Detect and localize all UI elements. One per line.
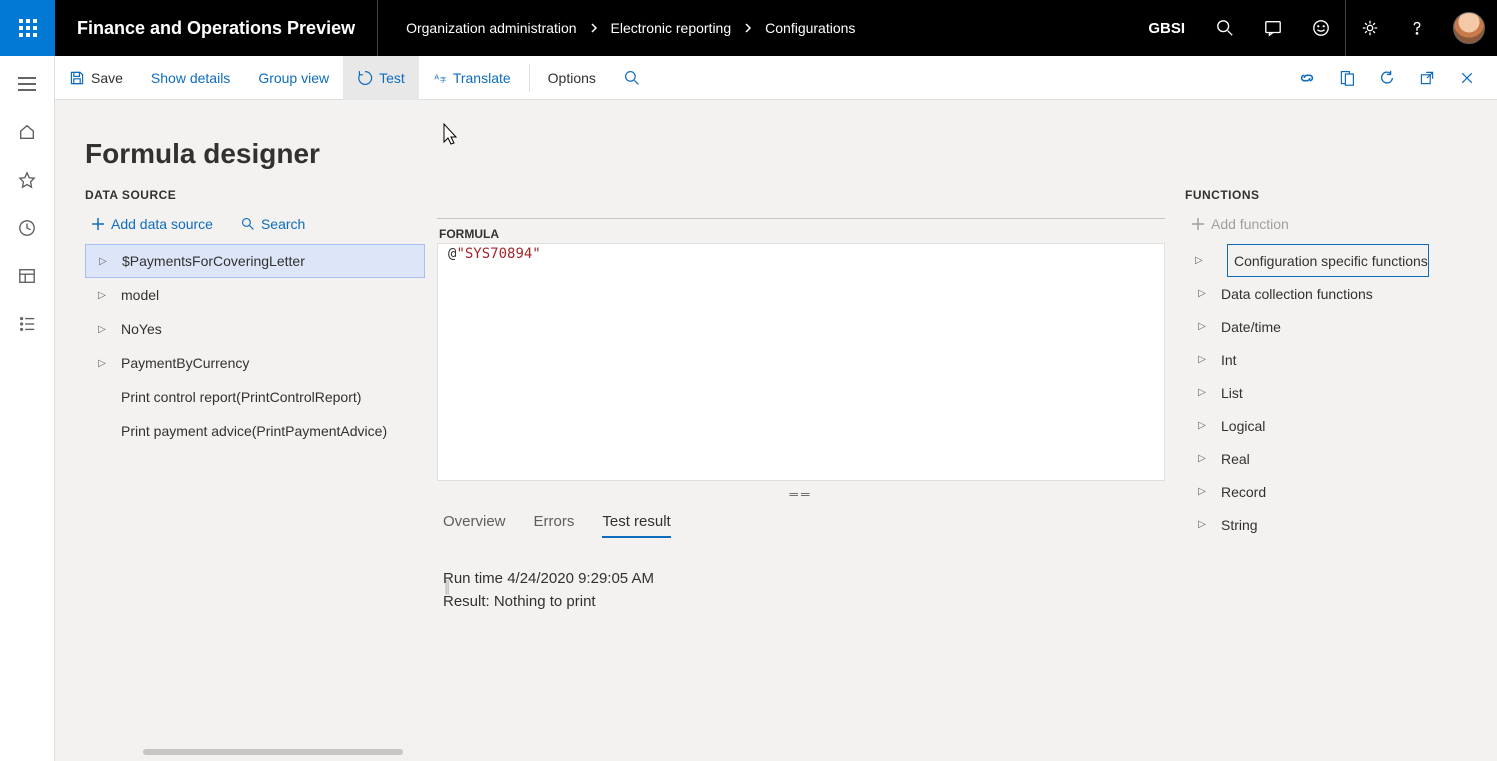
messages-icon[interactable] xyxy=(1249,0,1297,56)
function-category[interactable]: ▷Record xyxy=(1185,475,1477,508)
recent-icon[interactable] xyxy=(0,204,55,252)
tree-item[interactable]: ▷PaymentByCurrency xyxy=(85,346,425,380)
tree-item[interactable]: ▷NoYes xyxy=(85,312,425,346)
add-function-button: Add function xyxy=(1185,212,1295,236)
chevron-right-icon[interactable]: ▷ xyxy=(96,256,110,267)
horizontal-scrollbar[interactable] xyxy=(143,749,403,755)
left-rail xyxy=(0,56,55,761)
add-data-source-button[interactable]: Add data source xyxy=(85,212,219,236)
link-icon[interactable] xyxy=(1287,56,1327,100)
home-icon[interactable] xyxy=(0,108,55,156)
tree-item[interactable]: ▷model xyxy=(85,278,425,312)
help-icon[interactable] xyxy=(1393,0,1441,56)
tab-errors[interactable]: Errors xyxy=(534,513,575,538)
formula-panel: FORMULA "SYS70894" ══ Overview Errors Te… xyxy=(425,180,1177,613)
chevron-right-icon[interactable]: ▷ xyxy=(95,290,109,301)
chevron-right-icon[interactable]: ▷ xyxy=(95,358,109,369)
chevron-right-icon[interactable]: ▷ xyxy=(1195,420,1209,431)
options-button[interactable]: Options xyxy=(534,56,610,100)
breadcrumb-item[interactable]: Configurations xyxy=(765,20,855,36)
workspaces-icon[interactable] xyxy=(0,252,55,300)
breadcrumb-item[interactable]: Electronic reporting xyxy=(611,20,732,36)
chevron-right-icon xyxy=(589,20,599,36)
tree-item[interactable]: ▷Print payment advice(PrintPaymentAdvice… xyxy=(85,414,425,448)
functions-tree: ▷ Configuration specific functions ▷Data… xyxy=(1185,244,1477,541)
data-source-tree: ▷$PaymentsForCoveringLetter ▷model ▷NoYe… xyxy=(85,244,425,448)
data-source-heading: DATA SOURCE xyxy=(85,180,425,212)
main-content: Formula designer DATA SOURCE Add data so… xyxy=(55,100,1497,761)
save-button[interactable]: Save xyxy=(55,56,137,100)
smile-icon[interactable] xyxy=(1297,0,1345,56)
nav-expand-button[interactable] xyxy=(0,60,55,108)
test-result-body: Run time 4/24/2020 9:29:05 AM Result: No… xyxy=(437,550,1165,613)
function-category[interactable]: ▷List xyxy=(1185,376,1477,409)
chevron-right-icon[interactable]: ▷ xyxy=(95,324,109,335)
function-category[interactable]: ▷Logical xyxy=(1185,409,1477,442)
tree-item[interactable]: ▷$PaymentsForCoveringLetter xyxy=(85,244,425,278)
favorites-icon[interactable] xyxy=(0,156,55,204)
close-icon[interactable] xyxy=(1447,56,1487,100)
chevron-right-icon[interactable]: ▷ xyxy=(1195,387,1209,398)
functions-panel: FUNCTIONS Add function ▷ Configuration s… xyxy=(1177,180,1477,613)
function-category[interactable]: ▷Int xyxy=(1185,343,1477,376)
group-view-button[interactable]: Group view xyxy=(244,56,343,100)
show-details-button[interactable]: Show details xyxy=(137,56,244,100)
tab-overview[interactable]: Overview xyxy=(443,513,506,538)
function-category[interactable]: ▷Date/time xyxy=(1185,310,1477,343)
formula-heading: FORMULA xyxy=(437,219,1165,243)
attach-icon[interactable] xyxy=(1327,56,1367,100)
tree-item[interactable]: ▷Print control report(PrintControlReport… xyxy=(85,380,425,414)
popout-icon[interactable] xyxy=(1407,56,1447,100)
modules-icon[interactable] xyxy=(0,300,55,348)
tab-test-result[interactable]: Test result xyxy=(602,513,670,538)
chevron-right-icon xyxy=(743,20,753,36)
action-bar: Save Show details Group view Test A字 Tra… xyxy=(0,56,1497,100)
breadcrumb-item[interactable]: Organization administration xyxy=(406,20,576,36)
chevron-right-icon[interactable]: ▷ xyxy=(1195,519,1209,530)
company-code[interactable]: GBSI xyxy=(1132,20,1201,37)
chevron-right-icon[interactable]: ▷ xyxy=(1195,354,1209,365)
user-avatar[interactable] xyxy=(1453,12,1485,44)
chevron-right-icon[interactable]: ▷ xyxy=(1195,486,1209,497)
run-time-text: Run time 4/24/2020 9:29:05 AM xyxy=(443,568,1165,591)
header-right: GBSI xyxy=(1132,0,1497,56)
top-header: Finance and Operations Preview Organizat… xyxy=(0,0,1497,56)
result-text: Result: Nothing to print xyxy=(443,591,1165,614)
chevron-right-icon[interactable]: ▷ xyxy=(1195,321,1209,332)
find-button[interactable] xyxy=(610,56,654,100)
chevron-right-icon[interactable]: ▷ xyxy=(1185,255,1199,266)
formula-editor[interactable]: "SYS70894" xyxy=(437,243,1165,481)
function-category[interactable]: Configuration specific functions xyxy=(1227,244,1429,277)
result-tabs: Overview Errors Test result xyxy=(437,507,1165,550)
translate-button[interactable]: A字 Translate xyxy=(419,56,525,100)
chevron-right-icon[interactable]: ▷ xyxy=(1195,288,1209,299)
waffle-button[interactable] xyxy=(0,0,55,56)
search-data-source-button[interactable]: Search xyxy=(235,212,311,236)
function-category[interactable]: ▷String xyxy=(1185,508,1477,541)
app-title: Finance and Operations Preview xyxy=(55,0,378,56)
functions-heading: FUNCTIONS xyxy=(1185,180,1477,212)
formula-expression: "SYS70894" xyxy=(448,246,541,262)
divider xyxy=(529,64,530,92)
data-source-panel: DATA SOURCE Add data source Search ▷$Pay… xyxy=(85,180,425,613)
breadcrumb: Organization administration Electronic r… xyxy=(378,20,1132,36)
function-category[interactable]: ▷Data collection functions xyxy=(1185,277,1477,310)
refresh-icon[interactable] xyxy=(1367,56,1407,100)
test-button[interactable]: Test xyxy=(343,56,419,100)
chevron-right-icon[interactable]: ▷ xyxy=(1195,453,1209,464)
search-icon[interactable] xyxy=(1201,0,1249,56)
function-category[interactable]: ▷Real xyxy=(1185,442,1477,475)
vertical-resize-handle[interactable]: ║ xyxy=(443,580,452,594)
svg-text:字: 字 xyxy=(440,75,446,84)
svg-text:A: A xyxy=(434,74,439,81)
horizontal-resize-handle[interactable]: ══ xyxy=(437,481,1165,507)
page-title: Formula designer xyxy=(55,108,1497,180)
settings-icon[interactable] xyxy=(1345,0,1393,56)
